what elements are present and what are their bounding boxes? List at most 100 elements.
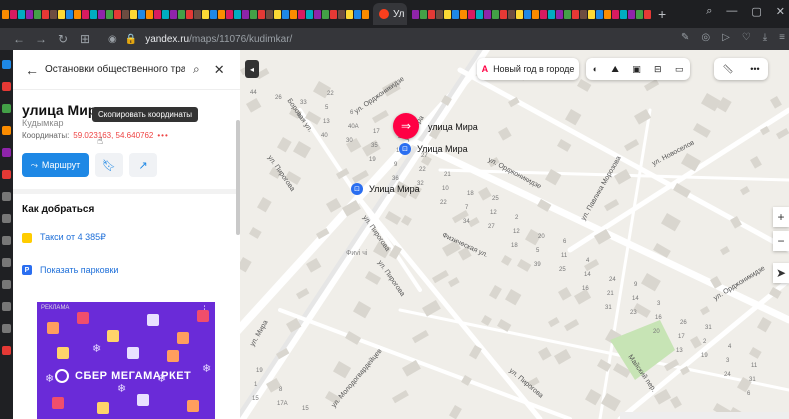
tab-favicon-icon[interactable] <box>74 9 81 19</box>
tab-favicon-icon[interactable] <box>122 9 129 19</box>
edit-icon[interactable]: ✎ <box>681 32 689 43</box>
tab-favicon-icon[interactable] <box>540 9 547 19</box>
sidebar-app-icon[interactable] <box>2 214 11 223</box>
bus-stop-icon[interactable]: ⊡ <box>399 143 411 155</box>
tab-favicon-icon[interactable] <box>556 9 563 19</box>
tab-favicon-icon[interactable] <box>66 9 73 19</box>
tab-favicon-icon[interactable] <box>628 9 635 19</box>
sidebar-app-icon[interactable] <box>2 148 11 157</box>
panorama-icon[interactable]: ◐ <box>593 64 598 74</box>
tab-favicon-icon[interactable] <box>186 9 193 19</box>
tab-favicon-icon[interactable] <box>596 9 603 19</box>
tab-favicon-icon[interactable] <box>170 9 177 19</box>
sidebar-app-icon[interactable] <box>2 126 11 135</box>
tab-favicon-icon[interactable] <box>18 9 25 19</box>
advertisement-banner[interactable]: РЕКЛАМА ⋮ СБЕР МЕГАМАРКЕТ ❄ ❄ ❄ ❄ ❄ <box>37 302 215 419</box>
tab-favicon-icon[interactable] <box>636 9 643 19</box>
coords-more-button[interactable]: ••• <box>157 131 168 140</box>
tab-favicon-icon[interactable] <box>50 9 57 19</box>
search-input[interactable]: Остановки общественного трансп <box>45 64 185 75</box>
edit-map-icon[interactable]: ▭ <box>675 64 684 75</box>
traffic-icon[interactable]: ▣ <box>632 64 641 75</box>
tab-favicon-icon[interactable] <box>452 9 459 19</box>
sidebar-app-icon[interactable] <box>2 60 11 69</box>
tab-favicon-icon[interactable] <box>250 9 257 19</box>
tab-favicon-icon[interactable] <box>484 9 491 19</box>
tab-favicon-icon[interactable] <box>138 9 145 19</box>
tab-favicon-icon[interactable] <box>604 9 611 19</box>
tab-favicon-icon[interactable] <box>218 9 225 19</box>
tab-favicon-icon[interactable] <box>460 9 467 19</box>
tab-favicon-icon[interactable] <box>572 9 579 19</box>
tab-favicon-icon[interactable] <box>82 9 89 19</box>
new-tab-button[interactable]: + <box>658 6 666 22</box>
tab-favicon-icon[interactable] <box>210 9 217 19</box>
map-layers-icon[interactable]: ⛰ <box>611 64 619 75</box>
tab-favicon-icon[interactable] <box>10 9 17 19</box>
sidebar-app-icon[interactable] <box>2 258 11 267</box>
reload-icon[interactable]: ↻ <box>52 32 74 46</box>
poi-label[interactable]: Фиvi чi <box>346 250 367 257</box>
forward-nav-icon[interactable]: → <box>30 32 52 46</box>
tab-favicon-icon[interactable] <box>612 9 619 19</box>
sidebar-app-icon[interactable] <box>2 280 11 289</box>
tab-favicon-icon[interactable] <box>354 9 361 19</box>
tab-favicon-icon[interactable] <box>290 9 297 19</box>
menu-icon[interactable]: ≡ <box>779 32 785 43</box>
ruler-icon[interactable]: 📏︎ <box>722 64 733 75</box>
tab-favicon-icon[interactable] <box>322 9 329 19</box>
tab-favicon-icon[interactable] <box>282 9 289 19</box>
tab-favicon-icon[interactable] <box>234 9 241 19</box>
share-button[interactable]: ↗ <box>129 153 157 177</box>
tab-favicon-icon[interactable] <box>346 9 353 19</box>
bus-stop-label[interactable]: Улица Мира <box>369 184 420 194</box>
grid-icon[interactable]: ⊞ <box>74 32 96 46</box>
tab-favicon-icon[interactable] <box>90 9 97 19</box>
taxi-row[interactable]: Такси от 4 385₽ <box>22 232 106 243</box>
tab-favicon-icon[interactable] <box>436 9 443 19</box>
geolocation-button[interactable]: ➤ <box>773 263 789 283</box>
tab-favicon-icon[interactable] <box>492 9 499 19</box>
coords-value[interactable]: 59.023163, 54.640762 <box>73 131 153 140</box>
tab-favicon-icon[interactable] <box>26 9 33 19</box>
tab-favicon-icon[interactable] <box>98 9 105 19</box>
tab-favicon-icon[interactable] <box>274 9 281 19</box>
tab-favicons[interactable] <box>0 0 370 28</box>
minimize-icon[interactable]: — <box>726 5 737 18</box>
bus-stop-icon[interactable]: ⊡ <box>351 183 363 195</box>
tab-favicon-icon[interactable] <box>314 9 321 19</box>
tab-favicon-icon[interactable] <box>266 9 273 19</box>
close-icon[interactable]: ✕ <box>214 62 225 78</box>
sidebar-app-icon[interactable] <box>2 170 11 179</box>
camera-icon[interactable]: ◎ <box>701 32 710 43</box>
tab-favicon-icon[interactable] <box>298 9 305 19</box>
tab-favicon-icon[interactable] <box>468 9 475 19</box>
sidebar-app-icon[interactable] <box>2 104 11 113</box>
download-icon[interactable]: ⤓ <box>763 32 767 43</box>
tab-favicon-icon[interactable] <box>154 9 161 19</box>
back-nav-icon[interactable]: ← <box>8 32 30 46</box>
tab-favicon-icon[interactable] <box>178 9 185 19</box>
tab-favicon-icon[interactable] <box>476 9 483 19</box>
map-canvas[interactable]: ул. Орджоникидзе Боровая ул. ул. Орджони… <box>240 50 789 419</box>
tab-favicon-icon[interactable] <box>242 9 249 19</box>
tab-favicon-icon[interactable] <box>532 9 539 19</box>
tab-favicon-icon[interactable] <box>508 9 515 19</box>
close-window-icon[interactable]: ✕ <box>776 5 785 18</box>
tab-favicon-icon[interactable] <box>162 9 169 19</box>
url-field[interactable]: ◉ 🔒 yandex.ru/maps/11076/kudimkar/ <box>108 34 292 45</box>
tab-favicon-icon[interactable] <box>444 9 451 19</box>
route-button[interactable]: ⤳ Маршрут <box>22 153 89 177</box>
tab-favicon-icon[interactable] <box>226 9 233 19</box>
tab-favicon-icon[interactable] <box>428 9 435 19</box>
tab-favicon-icon[interactable] <box>330 9 337 19</box>
tab-favicon-icon[interactable] <box>338 9 345 19</box>
tab-favicon-icon[interactable] <box>420 9 427 19</box>
tab-favicon-icon[interactable] <box>106 9 113 19</box>
tab-favicons-right[interactable] <box>410 0 652 28</box>
tab-favicon-icon[interactable] <box>580 9 587 19</box>
bookmark-button[interactable]: 🔖︎ <box>95 153 123 177</box>
tab-favicon-icon[interactable] <box>2 9 9 19</box>
tab-favicon-icon[interactable] <box>42 9 49 19</box>
tab-favicon-icon[interactable] <box>516 9 523 19</box>
